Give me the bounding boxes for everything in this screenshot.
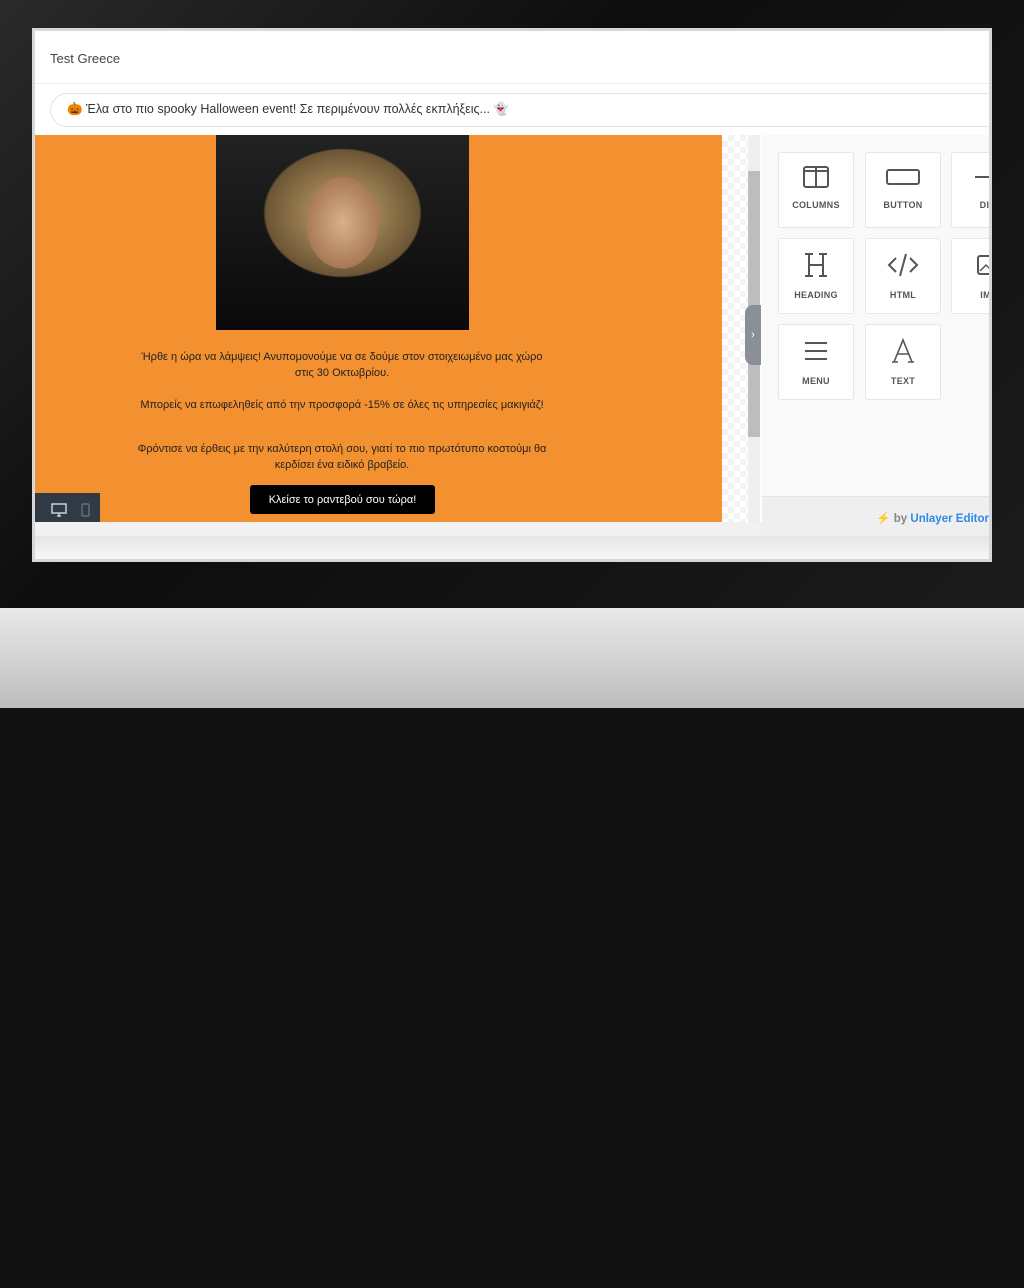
editor-window: Test Greece 🎃 Έλα στο πιο spooky Hallowe…	[32, 28, 992, 562]
bolt-icon: ⚡	[876, 513, 891, 525]
divider-icon	[975, 176, 989, 178]
paragraph[interactable]: Φρόντισε να έρθεις με την καλύτερη στολή…	[135, 441, 549, 473]
tool-menu[interactable]: MENU	[778, 324, 854, 400]
tool-html[interactable]: HTML	[865, 238, 941, 314]
tool-label: HEADING	[794, 290, 838, 300]
text-icon	[892, 337, 914, 363]
desktop-icon[interactable]	[51, 502, 67, 517]
tool-label: DIVI	[979, 200, 990, 210]
apple-logo-icon	[497, 1237, 533, 1286]
tool-image[interactable]: IMA	[951, 238, 991, 314]
columns-icon	[803, 166, 829, 188]
tool-label: MENU	[802, 376, 830, 386]
tool-label: HTML	[889, 290, 917, 300]
unlayer-link[interactable]: Unlayer Editor	[910, 513, 989, 525]
tool-text[interactable]: TEXT	[865, 324, 941, 400]
cta-button[interactable]: Κλείσε το ραντεβού σου τώρα!	[250, 485, 435, 514]
footer-by: by	[893, 513, 908, 525]
campaign-title: Test Greece	[50, 51, 121, 66]
paragraph[interactable]: Ήρθε η ώρα να λάμψεις! Ανυπομονούμε να σ…	[135, 349, 549, 381]
paragraph[interactable]: Μπορείς να επωφεληθείς από την προσφορά …	[135, 397, 549, 413]
horizontal-scrollbar[interactable]	[35, 522, 762, 536]
tool-columns[interactable]: COLUMNS	[778, 152, 854, 228]
email-canvas[interactable]: Ήρθε η ώρα να λάμψεις! Ανυπομονούμε να σ…	[35, 135, 722, 526]
tool-label: TEXT	[890, 376, 916, 386]
panel-footer: ⚡ by Unlayer Editor	[762, 496, 989, 536]
tool-label: COLUMNS	[792, 200, 840, 210]
subject-input[interactable]: 🎃 Έλα στο πιο spooky Halloween event! Σε…	[50, 93, 989, 127]
mobile-icon[interactable]	[81, 502, 90, 517]
image-icon	[977, 255, 989, 275]
tool-button[interactable]: BUTTON	[865, 152, 941, 228]
menu-icon	[805, 342, 827, 360]
code-icon	[887, 253, 919, 277]
divider	[35, 83, 989, 84]
monitor-chin	[0, 608, 1024, 1286]
tool-heading[interactable]: HEADING	[778, 238, 854, 314]
button-icon	[886, 169, 920, 185]
tool-divider[interactable]: DIVI	[951, 152, 990, 228]
window-bottom	[35, 536, 989, 559]
tool-label: BUTTON	[883, 200, 923, 210]
tools-panel: COLUMNS BUTTON DIVI HEADING HTML IMA MEN…	[762, 135, 991, 536]
heading-icon	[805, 253, 827, 277]
panel-toggle-chevron-icon[interactable]: ›	[745, 305, 761, 365]
halloween-photo[interactable]	[216, 135, 469, 330]
scrollbar-thumb[interactable]	[748, 171, 760, 437]
tool-label: IMA	[980, 290, 991, 300]
